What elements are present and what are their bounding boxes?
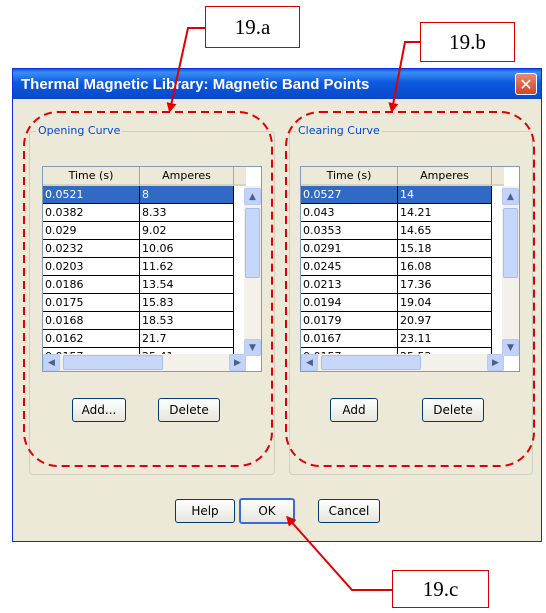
leader-line-19c — [286, 515, 392, 591]
dashed-region-19b — [285, 111, 535, 467]
dashed-region-19a — [23, 111, 273, 467]
leader-line-19a — [166, 27, 205, 113]
annotation-overlay — [23, 27, 535, 591]
leader-line-19b — [388, 41, 420, 113]
